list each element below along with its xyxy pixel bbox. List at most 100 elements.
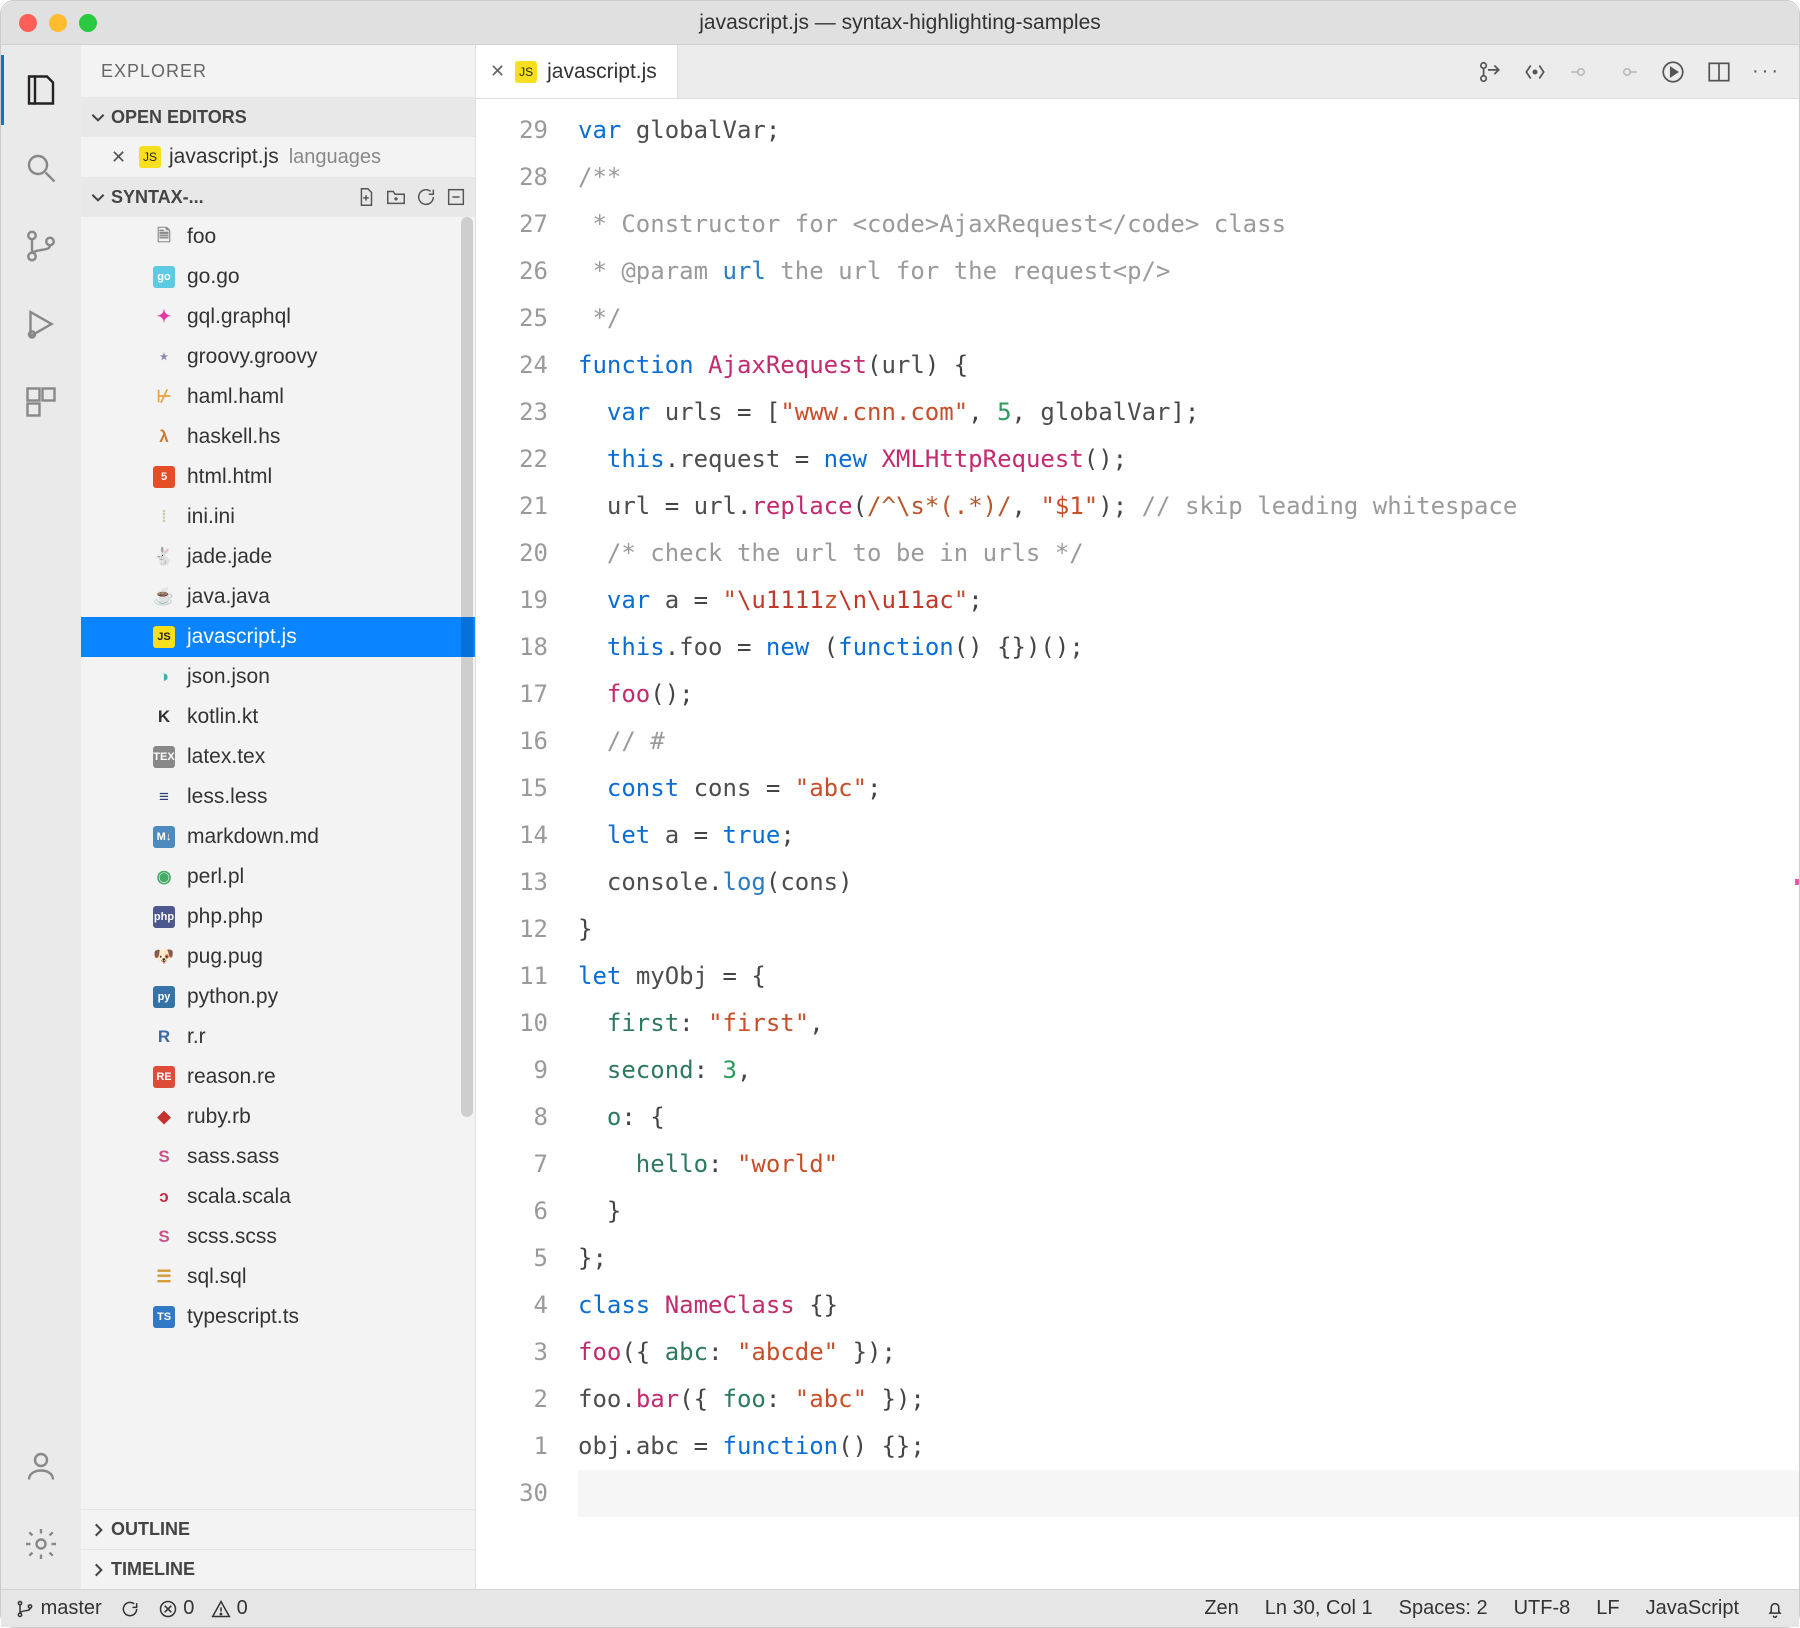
- file-item[interactable]: ◑json.json: [81, 657, 475, 697]
- file-item[interactable]: ☰sql.sql: [81, 1257, 475, 1297]
- chevron-down-icon: [89, 108, 107, 126]
- status-indent[interactable]: Spaces: 2: [1399, 1597, 1488, 1620]
- open-editor-item[interactable]: ✕ JS javascript.js languages: [81, 137, 475, 177]
- file-name: typescript.ts: [187, 1305, 299, 1329]
- close-window[interactable]: [19, 14, 37, 32]
- file-item[interactable]: ⋆ groovy.groovy: [81, 337, 475, 377]
- close-editor-icon[interactable]: ✕: [111, 147, 131, 168]
- outline-header[interactable]: OUTLINE: [81, 1509, 475, 1549]
- file-item[interactable]: ◆ruby.rb: [81, 1097, 475, 1137]
- status-language[interactable]: JavaScript: [1646, 1597, 1739, 1620]
- more-actions-icon[interactable]: ···: [1752, 60, 1781, 83]
- zoom-window[interactable]: [79, 14, 97, 32]
- tab-active[interactable]: ✕ JS javascript.js: [476, 45, 678, 98]
- file-icon: ↄ: [153, 1186, 175, 1208]
- minimize-window[interactable]: [49, 14, 67, 32]
- file-item[interactable]: λhaskell.hs: [81, 417, 475, 457]
- file-item[interactable]: 🐶 pug.pug: [81, 937, 475, 977]
- activity-scm[interactable]: [1, 211, 81, 281]
- status-branch[interactable]: master: [15, 1597, 102, 1620]
- timeline-label: TIMELINE: [111, 1559, 195, 1580]
- file-item[interactable]: Sscss.scss: [81, 1217, 475, 1257]
- debug-icon: [23, 306, 59, 342]
- window-title: javascript.js — syntax-highlighting-samp…: [1, 11, 1799, 35]
- activity-extensions[interactable]: [1, 367, 81, 437]
- file-icon: 🐶: [153, 946, 175, 968]
- tab-label: javascript.js: [547, 60, 657, 84]
- branch-icon: [15, 1599, 35, 1619]
- status-sync[interactable]: [120, 1597, 140, 1620]
- file-icon: RE: [153, 1066, 175, 1088]
- file-item[interactable]: ⊬ haml.haml: [81, 377, 475, 417]
- activity-debug[interactable]: [1, 289, 81, 359]
- activity-search[interactable]: [1, 133, 81, 203]
- file-item[interactable]: Ssass.sass: [81, 1137, 475, 1177]
- code-editor[interactable]: 2928272625242322212019181716151413121110…: [476, 99, 1799, 1589]
- file-item[interactable]: 5html.html: [81, 457, 475, 497]
- tree-scrollbar-thumb[interactable]: [461, 217, 473, 1117]
- file-item[interactable]: Kkotlin.kt: [81, 697, 475, 737]
- chevron-down-icon: [89, 188, 107, 206]
- activity-explorer[interactable]: [1, 55, 81, 125]
- activity-bar: [1, 45, 81, 1589]
- file-item[interactable]: ☕java.java: [81, 577, 475, 617]
- file-item[interactable]: TStypescript.ts: [81, 1297, 475, 1337]
- file-icon: ⋆: [153, 346, 175, 368]
- tab-bar: ✕ JS javascript.js ···: [476, 45, 1799, 99]
- new-folder-icon[interactable]: [385, 186, 407, 208]
- file-item[interactable]: Rr.r: [81, 1017, 475, 1057]
- prev-change-icon[interactable]: [1568, 59, 1594, 85]
- file-item[interactable]: pypython.py: [81, 977, 475, 1017]
- file-name: sass.sass: [187, 1145, 279, 1169]
- status-zen[interactable]: Zen: [1204, 1597, 1238, 1620]
- split-editor-icon[interactable]: [1706, 59, 1732, 85]
- file-item[interactable]: TEXlatex.tex: [81, 737, 475, 777]
- status-encoding[interactable]: UTF-8: [1514, 1597, 1571, 1620]
- file-item[interactable]: 🗎foo: [81, 217, 475, 257]
- next-change-icon[interactable]: [1614, 59, 1640, 85]
- file-item[interactable]: ↄscala.scala: [81, 1177, 475, 1217]
- refresh-icon[interactable]: [415, 186, 437, 208]
- activity-settings[interactable]: [1, 1509, 81, 1579]
- new-file-icon[interactable]: [355, 186, 377, 208]
- status-problems[interactable]: 0 0: [158, 1597, 248, 1620]
- file-item[interactable]: 🐇jade.jade: [81, 537, 475, 577]
- file-name: haml.haml: [187, 385, 284, 409]
- go-to-icon[interactable]: [1522, 59, 1548, 85]
- file-icon: 5: [153, 466, 175, 488]
- file-item[interactable]: REreason.re: [81, 1057, 475, 1097]
- file-item[interactable]: JSjavascript.js: [81, 617, 475, 657]
- file-icon: TEX: [153, 746, 175, 768]
- timeline-header[interactable]: TIMELINE: [81, 1549, 475, 1589]
- file-item[interactable]: ≡less.less: [81, 777, 475, 817]
- file-icon: ⊬: [153, 386, 175, 408]
- activity-account[interactable]: [1, 1431, 81, 1501]
- file-tree[interactable]: 🗎foogogo.go✦gql.graphql ⋆ groovy.groovy ⊬ ha…: [81, 217, 475, 1509]
- file-item[interactable]: ⁞ini.ini: [81, 497, 475, 537]
- file-name: pug.pug: [187, 945, 263, 969]
- file-icon: λ: [153, 426, 175, 448]
- folder-header[interactable]: SYNTAX-...: [81, 177, 475, 217]
- file-item[interactable]: ✦gql.graphql: [81, 297, 475, 337]
- status-cursor-pos[interactable]: Ln 30, Col 1: [1265, 1597, 1373, 1620]
- sidebar: EXPLORER OPEN EDITORS ✕ JS javascript.js…: [81, 45, 476, 1589]
- warning-icon: [211, 1599, 231, 1619]
- file-item[interactable]: gogo.go: [81, 257, 475, 297]
- status-eol[interactable]: LF: [1596, 1597, 1619, 1620]
- status-feedback[interactable]: [1765, 1597, 1785, 1620]
- file-item[interactable]: M↓markdown.md: [81, 817, 475, 857]
- file-icon: ◉: [153, 866, 175, 888]
- tab-close-icon[interactable]: ✕: [490, 61, 505, 82]
- code-content[interactable]: var globalVar;/** * Constructor for <cod…: [566, 99, 1799, 1589]
- file-name: groovy.groovy: [187, 345, 317, 369]
- open-editors-label: OPEN EDITORS: [111, 107, 247, 128]
- collapse-icon[interactable]: [445, 186, 467, 208]
- error-count: 0: [183, 1597, 194, 1619]
- chevron-right-icon: [89, 1521, 107, 1539]
- file-item[interactable]: ◉perl.pl: [81, 857, 475, 897]
- compare-changes-icon[interactable]: [1476, 59, 1502, 85]
- file-item[interactable]: phpphp.php: [81, 897, 475, 937]
- open-editor-desc: languages: [289, 146, 381, 169]
- open-editors-header[interactable]: OPEN EDITORS: [81, 97, 475, 137]
- run-icon[interactable]: [1660, 59, 1686, 85]
